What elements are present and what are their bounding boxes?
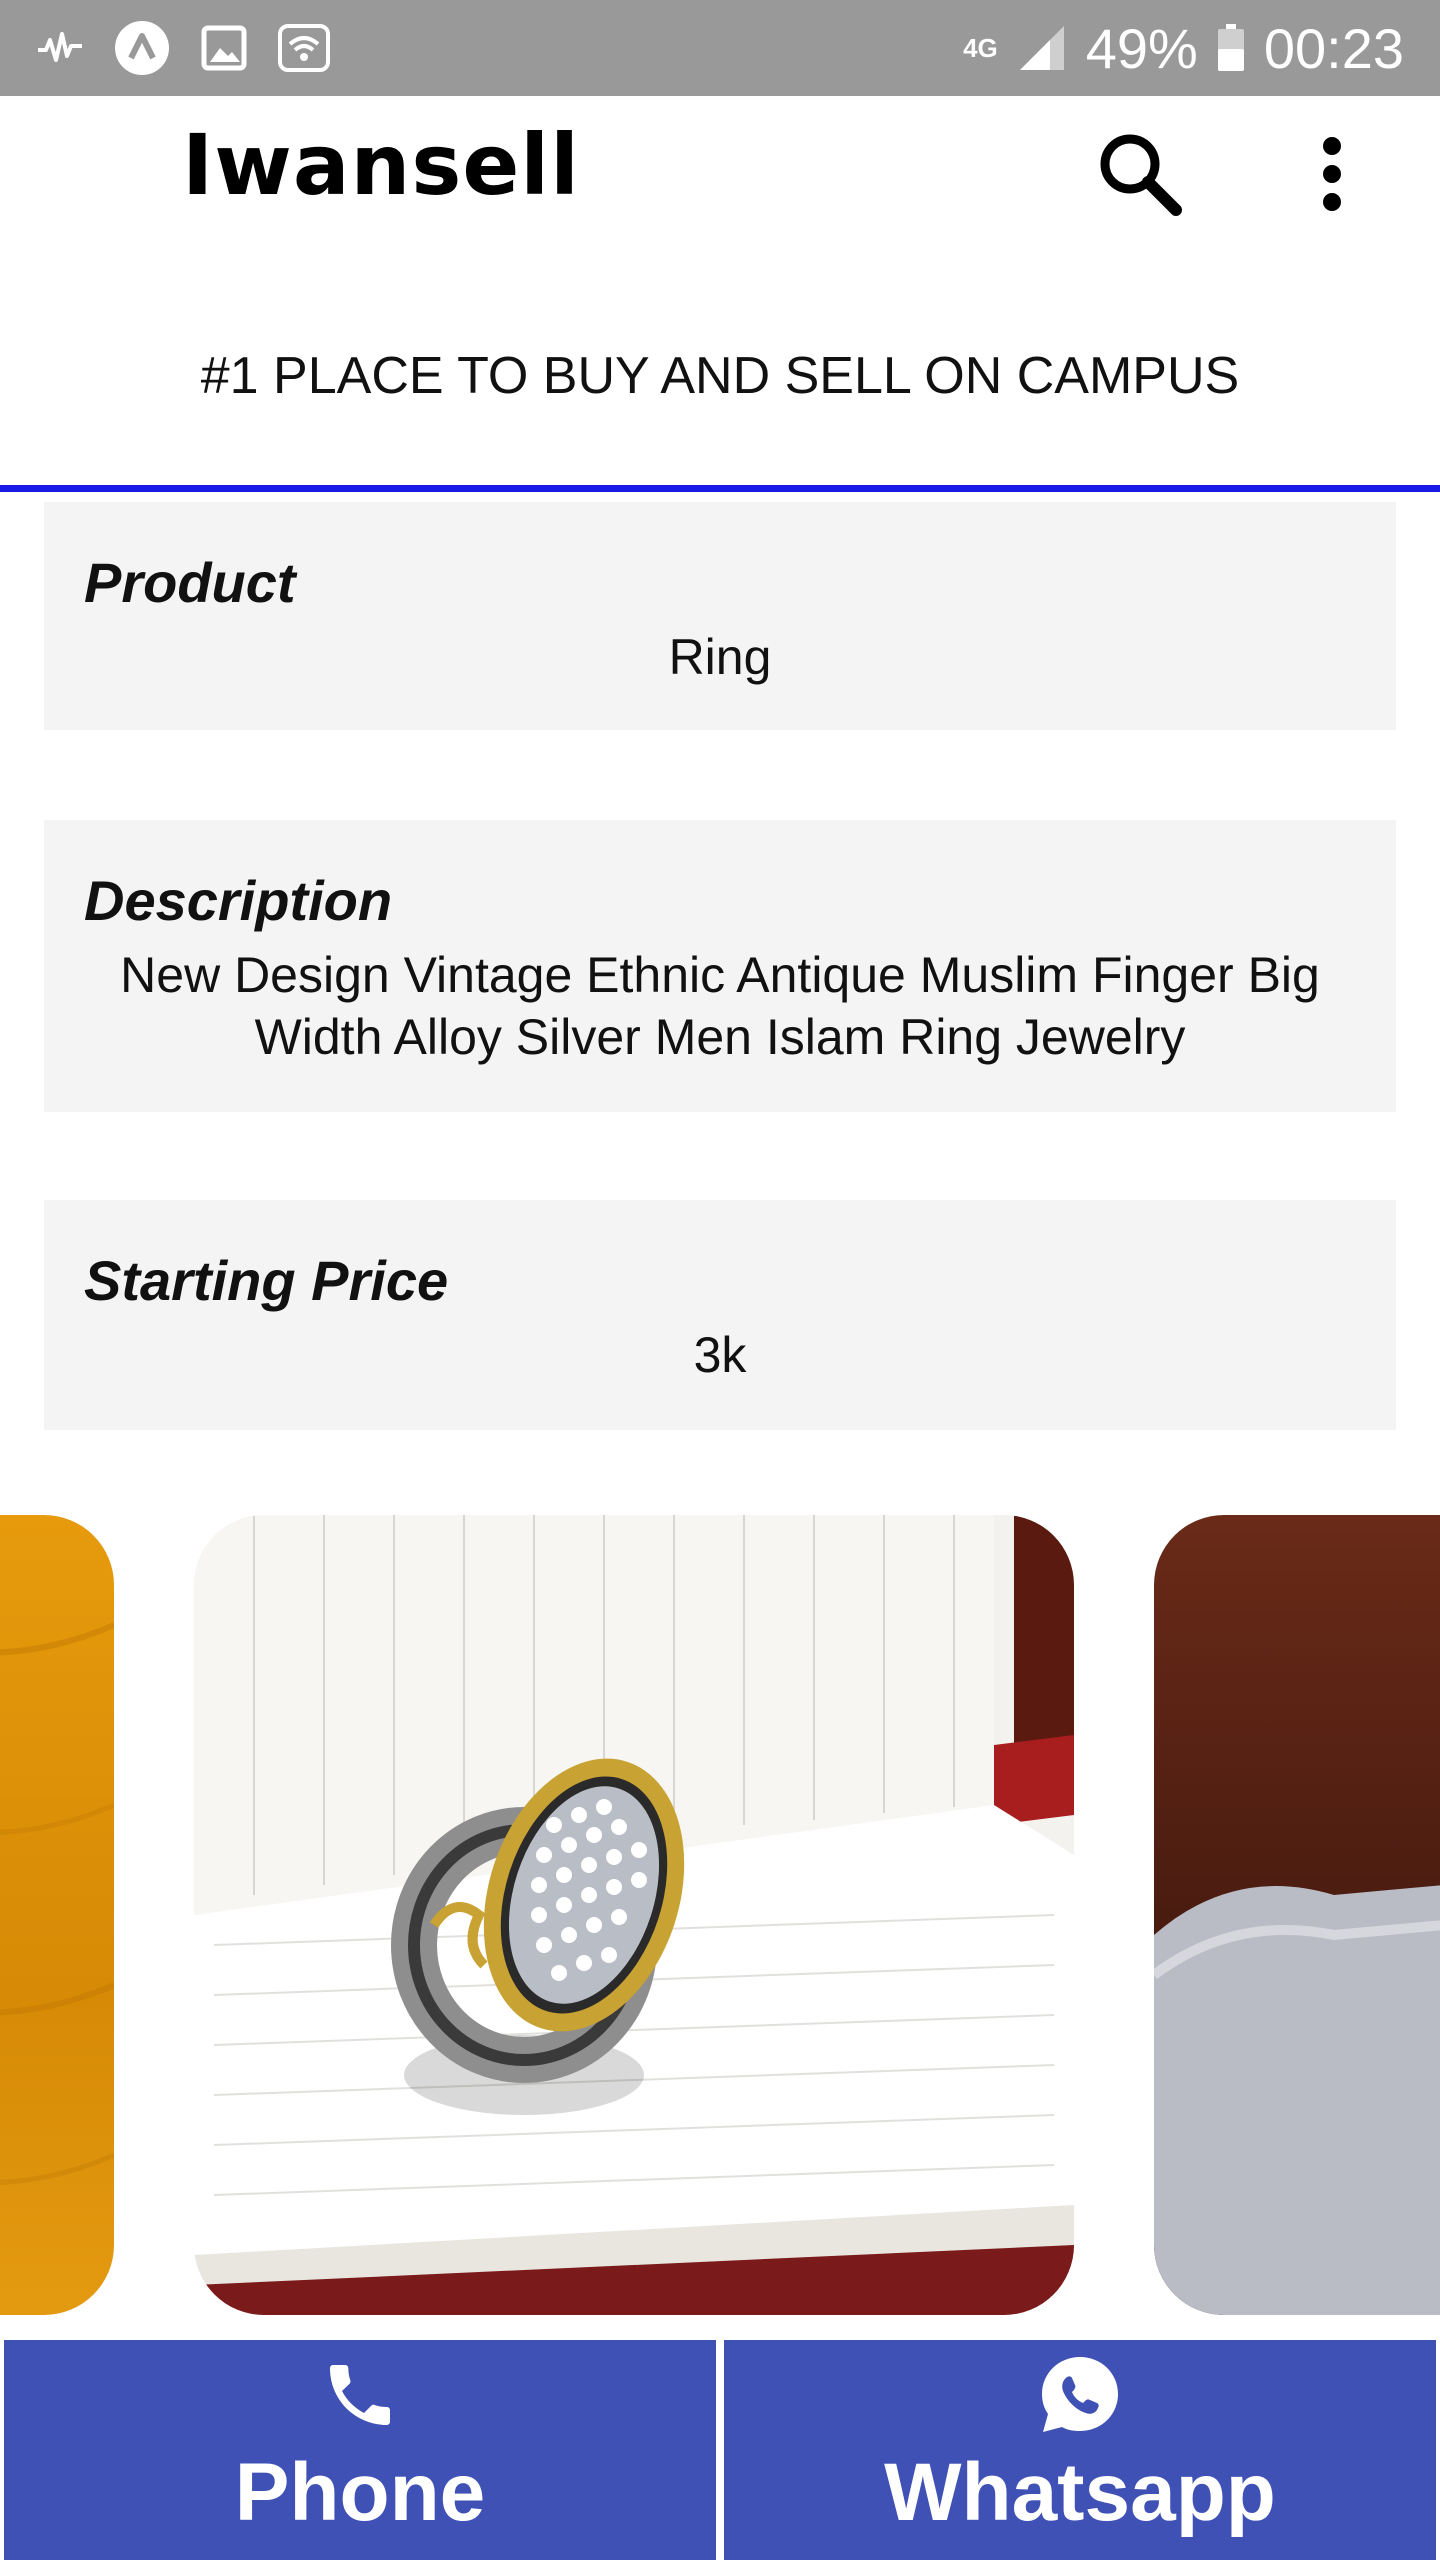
description-card: Description New Design Vintage Ethnic An… <box>44 820 1396 1112</box>
phone-label: Phone <box>234 2447 486 2538</box>
battery-percent: 49% <box>1085 16 1198 80</box>
price-value: 3k <box>693 1327 747 1383</box>
status-right: 4G 49% 00:23 <box>963 16 1404 81</box>
gallery-icon <box>200 24 248 72</box>
signal-icon <box>1016 24 1068 72</box>
network-label: 4G <box>963 33 998 63</box>
tagline: #1 PLACE TO BUY AND SELL ON CAMPUS <box>200 346 1240 405</box>
description-value: New Design Vintage Ethnic Antique Muslim… <box>120 947 1320 1065</box>
description-label: Description <box>84 869 393 932</box>
carousel-slide-current[interactable] <box>194 1515 1074 2315</box>
contact-bar: Phone Whatsapp <box>0 2340 1440 2560</box>
tagline-section: #1 PLACE TO BUY AND SELL ON CAMPUS <box>0 236 1440 492</box>
product-label: Product <box>84 551 296 614</box>
silver-ring-on-notebook-photo <box>194 1515 1074 2315</box>
phone-button[interactable]: Phone <box>4 2340 716 2560</box>
product-card: Product Ring <box>44 502 1396 730</box>
price-label: Starting Price <box>84 1249 449 1312</box>
network-4g-icon: 4G <box>963 35 998 61</box>
more-options-button[interactable] <box>1300 124 1364 224</box>
price-card: Starting Price 3k <box>44 1200 1396 1430</box>
product-value: Ring <box>668 629 772 685</box>
status-left <box>36 20 330 76</box>
battery-icon <box>1216 23 1246 73</box>
carousel-slide-next[interactable] <box>1154 1515 1440 2315</box>
search-button[interactable] <box>1090 124 1190 224</box>
orange-wood-photo <box>0 1622 114 2185</box>
more-vert-icon <box>1300 137 1364 228</box>
wifi-icon <box>278 24 330 72</box>
grey-felt-on-wood-photo <box>1154 1885 1440 2315</box>
whatsapp-button[interactable]: Whatsapp <box>724 2340 1436 2560</box>
image-carousel[interactable] <box>0 1515 1440 2315</box>
search-icon <box>1090 134 1190 228</box>
app-title: Iwansell <box>182 116 580 214</box>
app-bar: Iwansell <box>0 96 1440 236</box>
clock: 00:23 <box>1263 16 1404 80</box>
activity-icon <box>36 28 84 68</box>
carousel-slide-previous[interactable] <box>0 1515 114 2315</box>
phone-icon <box>320 2350 400 2440</box>
whatsapp-label: Whatsapp <box>884 2447 1276 2538</box>
status-bar: 4G 49% 00:23 <box>0 0 1440 96</box>
whatsapp-icon <box>1036 2350 1124 2440</box>
app-a-icon <box>114 20 170 76</box>
